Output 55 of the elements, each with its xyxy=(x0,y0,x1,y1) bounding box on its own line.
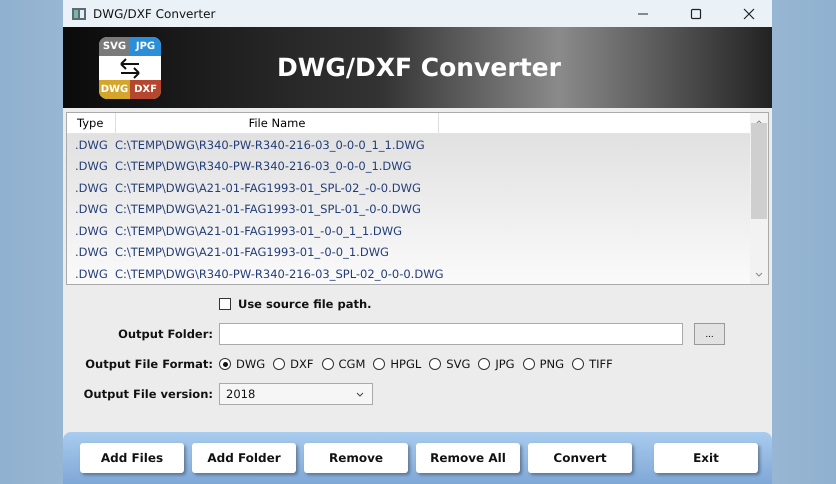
table-cell-text: .DWG xyxy=(74,138,109,152)
radio-label: DXF xyxy=(290,357,314,371)
action-button[interactable]: Remove All xyxy=(416,443,520,473)
table-cell-text: .DWG xyxy=(74,180,109,195)
radio-button[interactable] xyxy=(322,358,334,370)
radio-label: SVG xyxy=(446,357,470,371)
radio-label: CGM xyxy=(338,357,366,371)
version-dropdown[interactable]: 2018 xyxy=(219,383,373,405)
action-button[interactable]: Exit xyxy=(654,443,758,473)
radio-label: HPGL xyxy=(390,357,422,371)
app-icon xyxy=(72,8,86,20)
output-folder-field[interactable] xyxy=(219,323,683,345)
scroll-down-icon[interactable] xyxy=(755,272,763,278)
app-logo: SVG JPG DWG DXF xyxy=(99,36,161,98)
action-button[interactable]: Add Folder xyxy=(192,443,296,473)
browse-button[interactable]: ... xyxy=(694,323,725,345)
field-label: Output Folder: xyxy=(117,327,213,341)
radio-label: TIFF xyxy=(589,357,613,371)
table-cell-text: .DWG xyxy=(74,202,109,216)
field-label: Output File Format: xyxy=(84,357,213,371)
table-cell: C:\TEMP\DWG\A21-01-FAG1993-01_SPL-02_-0-0.DWG xyxy=(115,180,421,195)
checkbox-label: Use source file path. xyxy=(238,297,372,311)
close-icon[interactable] xyxy=(743,8,755,20)
table-cell: C:\TEMP\DWG\R340-PW-R340-216-03_SPL-02_0-0-0.DWG xyxy=(115,266,444,281)
table-cell-text: .DWG xyxy=(74,224,109,238)
caret-icon xyxy=(356,392,364,396)
banner-title: DWG/DXF Converter xyxy=(277,53,561,82)
radio-button[interactable] xyxy=(373,358,386,370)
radio-label: JPG xyxy=(495,357,515,371)
scrollbar[interactable] xyxy=(750,113,768,284)
action-button[interactable]: Add Files xyxy=(80,443,184,473)
table-cell-text: .DWG xyxy=(74,159,109,174)
table-cell: C:\TEMP\DWG\A21-01-FAG1993-01_-0-0_1.DWG xyxy=(115,245,389,260)
checkbox[interactable] xyxy=(219,298,231,310)
table-cell: C:\TEMP\DWG\R340-PW-R340-216-03_0-0-0_1_1.DWG xyxy=(115,138,425,152)
radio-label: DWG xyxy=(236,357,266,371)
radio-button[interactable] xyxy=(273,358,286,370)
table-cell-text: .DWG xyxy=(74,266,109,281)
radio-label: PNG xyxy=(540,357,564,371)
field-label: Output File version: xyxy=(82,387,213,401)
window-title: DWG/DXF Converter xyxy=(93,6,216,20)
radio-button[interactable] xyxy=(429,358,442,370)
table-cell: C:\TEMP\DWG\A21-01-FAG1993-01_SPL-01_-0-0.DWG xyxy=(115,202,421,216)
table-cell: C:\TEMP\DWG\A21-01-FAG1993-01_-0-0_1_1.DWG xyxy=(115,224,402,238)
action-button[interactable]: Convert xyxy=(528,443,632,473)
radio-button[interactable] xyxy=(522,358,535,370)
column-header[interactable]: Type xyxy=(67,113,116,133)
radio-button[interactable] xyxy=(478,358,490,370)
maximize-icon[interactable] xyxy=(690,8,702,20)
radio-button[interactable] xyxy=(572,358,584,370)
action-button[interactable]: Remove xyxy=(304,443,408,473)
radio-button[interactable] xyxy=(219,358,231,370)
table-cell: C:\TEMP\DWG\R340-PW-R340-216-03_0-0-0_1.DWG xyxy=(115,159,412,174)
table-cell-text: .DWG xyxy=(74,245,109,260)
column-header[interactable]: File Name xyxy=(116,113,439,133)
